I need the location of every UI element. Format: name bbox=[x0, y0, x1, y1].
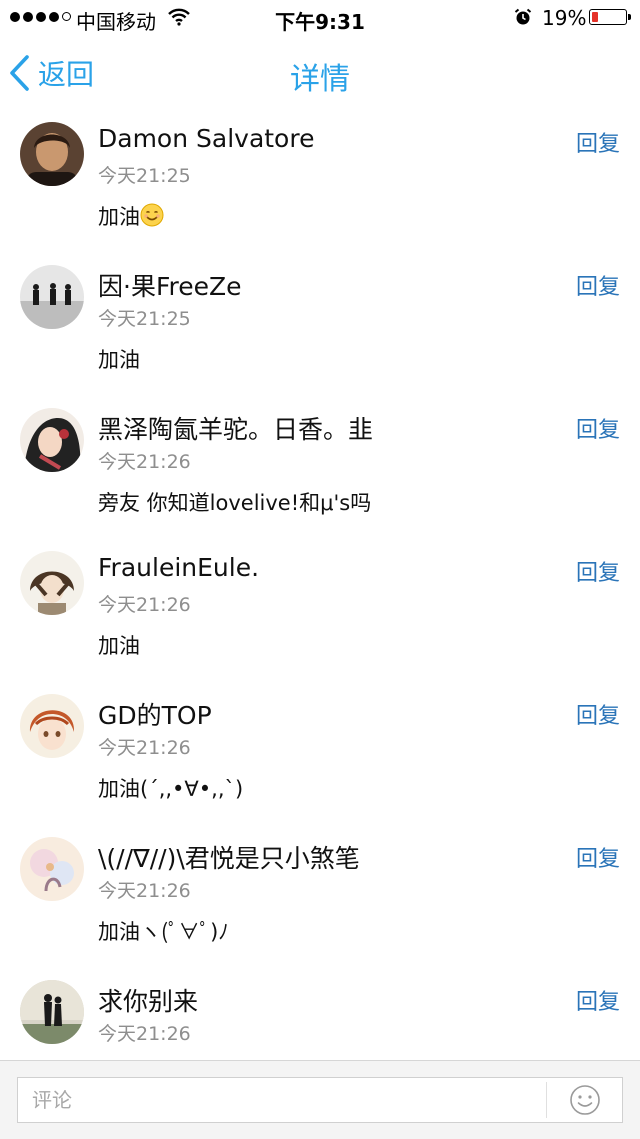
comment-content: 加油 bbox=[98, 201, 164, 231]
comment-item: \(//∇//)\君悦是只小煞笔 今天21:26 加油ヽ(ﾟ∀ﾟ)ﾉ 回复 bbox=[0, 827, 640, 970]
comment-timestamp: 今天21:25 bbox=[98, 165, 191, 187]
comment-timestamp: 今天21:26 bbox=[98, 737, 191, 759]
avatar[interactable] bbox=[20, 408, 84, 472]
comment-item: 求你别来 今天21:26 回复 bbox=[0, 970, 640, 1060]
comment-username[interactable]: 因·果FreeZe bbox=[98, 267, 242, 303]
avatar[interactable] bbox=[20, 980, 84, 1044]
comment-timestamp: 今天21:26 bbox=[98, 880, 191, 902]
comment-content: 加油(´,,•∀•,,`) bbox=[98, 777, 244, 801]
comment-timestamp: 今天21:26 bbox=[98, 1023, 191, 1045]
avatar[interactable] bbox=[20, 551, 84, 615]
reply-button[interactable]: 回复 bbox=[576, 126, 620, 158]
comment-username[interactable]: 黑泽陶氤羊驼。日香。韭 bbox=[98, 410, 373, 446]
smiling-face-emoji-icon bbox=[140, 203, 164, 227]
comment-content: 加油 bbox=[98, 348, 140, 372]
comment-input-container bbox=[17, 1077, 623, 1123]
battery-percent: 19% bbox=[542, 6, 587, 30]
avatar[interactable] bbox=[20, 694, 84, 758]
smiley-face-icon[interactable] bbox=[569, 1084, 601, 1116]
divider bbox=[546, 1082, 547, 1118]
battery-icon bbox=[589, 9, 631, 25]
alarm-clock-icon bbox=[514, 8, 532, 25]
comment-timestamp: 今天21:26 bbox=[98, 594, 191, 616]
comment-content: 加油 bbox=[98, 634, 140, 658]
comment-list: Damon Salvatore 今天21:25 加油 回复 因·果FreeZe … bbox=[0, 112, 640, 1060]
reply-button[interactable]: 回复 bbox=[576, 841, 620, 873]
comment-item: 因·果FreeZe 今天21:25 加油 回复 bbox=[0, 255, 640, 398]
reply-button[interactable]: 回复 bbox=[576, 555, 620, 587]
comment-item: Damon Salvatore 今天21:25 加油 回复 bbox=[0, 112, 640, 255]
comment-content: 加油ヽ(ﾟ∀ﾟ)ﾉ bbox=[98, 920, 229, 944]
comment-username[interactable]: \(//∇//)\君悦是只小煞笔 bbox=[98, 839, 360, 875]
comment-item: GD的TOP 今天21:26 加油(´,,•∀•,,`) 回复 bbox=[0, 684, 640, 827]
avatar[interactable] bbox=[20, 837, 84, 901]
comment-content: 旁友 你知道lovelive!和μ's吗 bbox=[98, 491, 372, 515]
comment-input[interactable] bbox=[18, 1078, 546, 1122]
nav-bar: 返回 详情 bbox=[0, 36, 640, 112]
reply-button[interactable]: 回复 bbox=[576, 412, 620, 444]
avatar[interactable] bbox=[20, 265, 84, 329]
comment-item: 黑泽陶氤羊驼。日香。韭 今天21:26 旁友 你知道lovelive!和μ's吗… bbox=[0, 398, 640, 541]
comment-timestamp: 今天21:25 bbox=[98, 308, 191, 330]
avatar[interactable] bbox=[20, 122, 84, 186]
comment-bar bbox=[0, 1060, 640, 1139]
comment-text: 加油 bbox=[98, 205, 140, 229]
reply-button[interactable]: 回复 bbox=[576, 698, 620, 730]
reply-button[interactable]: 回复 bbox=[576, 984, 620, 1016]
comment-username[interactable]: GD的TOP bbox=[98, 696, 212, 732]
comment-username[interactable]: Damon Salvatore bbox=[98, 124, 314, 153]
comment-item: FrauleinEule. 今天21:26 加油 回复 bbox=[0, 541, 640, 684]
comment-timestamp: 今天21:26 bbox=[98, 451, 191, 473]
reply-button[interactable]: 回复 bbox=[576, 269, 620, 301]
comment-username[interactable]: FrauleinEule. bbox=[98, 553, 259, 582]
page-title: 详情 bbox=[290, 62, 350, 97]
comment-username[interactable]: 求你别来 bbox=[98, 982, 198, 1018]
status-bar: 中国移动 下午9:31 19% bbox=[0, 0, 640, 36]
